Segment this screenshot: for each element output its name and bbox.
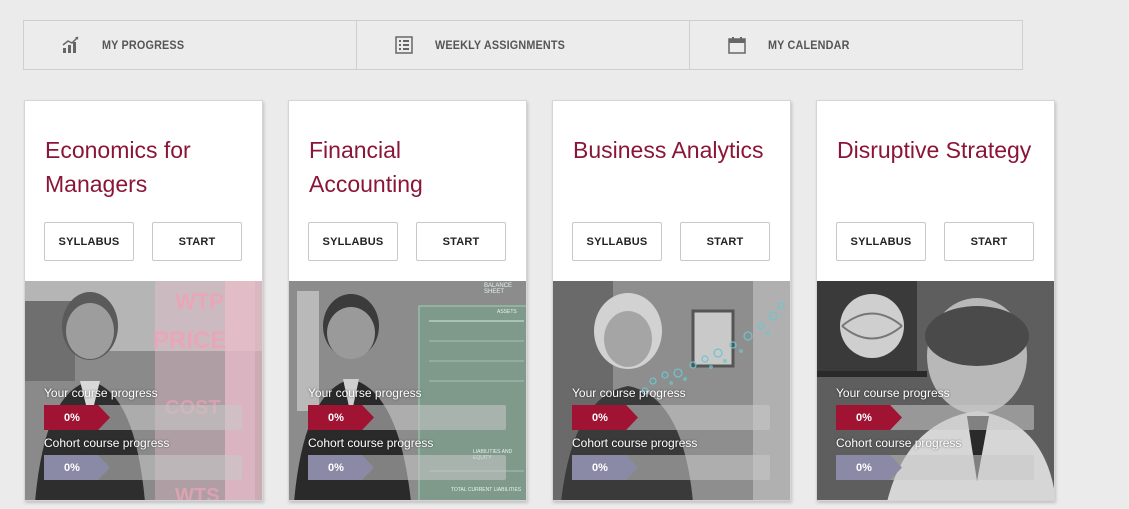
your-progress-label: Your course progress	[572, 386, 686, 400]
your-progress-bar: 0%	[836, 405, 1034, 430]
course-image: Your course progress 0% Cohort course pr…	[817, 281, 1054, 500]
cohort-progress-bar: 0%	[572, 455, 770, 480]
your-progress-bar: 0%	[572, 405, 770, 430]
cohort-progress-label: Cohort course progress	[44, 436, 170, 450]
your-progress-value: 0%	[836, 405, 902, 430]
course-card: Economics for Managers SYLLABUS START WT…	[24, 100, 263, 501]
cohort-progress-bar: 0%	[44, 455, 242, 480]
start-button[interactable]: START	[152, 222, 242, 261]
start-button[interactable]: START	[680, 222, 770, 261]
image-text: TOTAL CURRENT LIABILITIES	[451, 487, 522, 493]
calendar-icon	[726, 34, 748, 56]
cohort-progress-label: Cohort course progress	[836, 436, 962, 450]
checklist-icon	[393, 34, 415, 56]
nav-my-calendar-label: MY CALENDAR	[768, 38, 850, 52]
image-text: PRICE	[153, 327, 227, 354]
course-card: Business Analytics SYLLABUS START Your c…	[552, 100, 791, 501]
bar-chart-icon	[60, 34, 82, 56]
cohort-progress-label: Cohort course progress	[572, 436, 698, 450]
nav-my-calendar[interactable]: MY CALENDAR	[690, 21, 1022, 69]
syllabus-button[interactable]: SYLLABUS	[572, 222, 662, 261]
start-button[interactable]: START	[416, 222, 506, 261]
cohort-progress-value: 0%	[308, 455, 374, 480]
cohort-progress-value: 0%	[572, 455, 638, 480]
image-text: BALANCE SHEET	[484, 283, 513, 295]
nav-weekly-assignments[interactable]: WEEKLY ASSIGNMENTS	[357, 21, 690, 69]
course-title[interactable]: Financial Accounting	[309, 133, 514, 201]
your-progress-label: Your course progress	[836, 386, 950, 400]
your-progress-value: 0%	[308, 405, 374, 430]
cohort-progress-label: Cohort course progress	[308, 436, 434, 450]
cohort-progress-bar: 0%	[836, 455, 1034, 480]
cohort-progress-bar: 0%	[308, 455, 506, 480]
syllabus-button[interactable]: SYLLABUS	[308, 222, 398, 261]
top-nav: MY PROGRESS WEEKLY ASSIGNMENTS MY CALEND…	[23, 20, 1023, 70]
syllabus-button[interactable]: SYLLABUS	[44, 222, 134, 261]
your-progress-bar: 0%	[44, 405, 242, 430]
nav-my-progress-label: MY PROGRESS	[102, 38, 185, 52]
image-text: WTP	[175, 289, 224, 314]
your-progress-value: 0%	[44, 405, 110, 430]
course-image: Your course progress 0% Cohort course pr…	[553, 281, 790, 500]
course-title[interactable]: Business Analytics	[573, 133, 778, 167]
course-title[interactable]: Economics for Managers	[45, 133, 250, 201]
image-text: WTS	[175, 485, 220, 501]
image-text: ASSETS	[497, 309, 517, 315]
your-progress-label: Your course progress	[308, 386, 422, 400]
cohort-progress-value: 0%	[44, 455, 110, 480]
syllabus-button[interactable]: SYLLABUS	[836, 222, 926, 261]
your-progress-bar: 0%	[308, 405, 506, 430]
nav-my-progress[interactable]: MY PROGRESS	[24, 21, 357, 69]
your-progress-label: Your course progress	[44, 386, 158, 400]
start-button[interactable]: START	[944, 222, 1034, 261]
course-card: Financial Accounting SYLLABUS START BALA…	[288, 100, 527, 501]
nav-weekly-assignments-label: WEEKLY ASSIGNMENTS	[435, 38, 566, 52]
your-progress-value: 0%	[572, 405, 638, 430]
course-card: Disruptive Strategy SYLLABUS START Your …	[816, 100, 1055, 501]
course-image: BALANCE SHEET ASSETS LIABILITIES AND EQU…	[289, 281, 526, 500]
course-image: WTP PRICE COST WTS Your course progress …	[25, 281, 262, 501]
course-title[interactable]: Disruptive Strategy	[837, 133, 1042, 167]
cohort-progress-value: 0%	[836, 455, 902, 480]
